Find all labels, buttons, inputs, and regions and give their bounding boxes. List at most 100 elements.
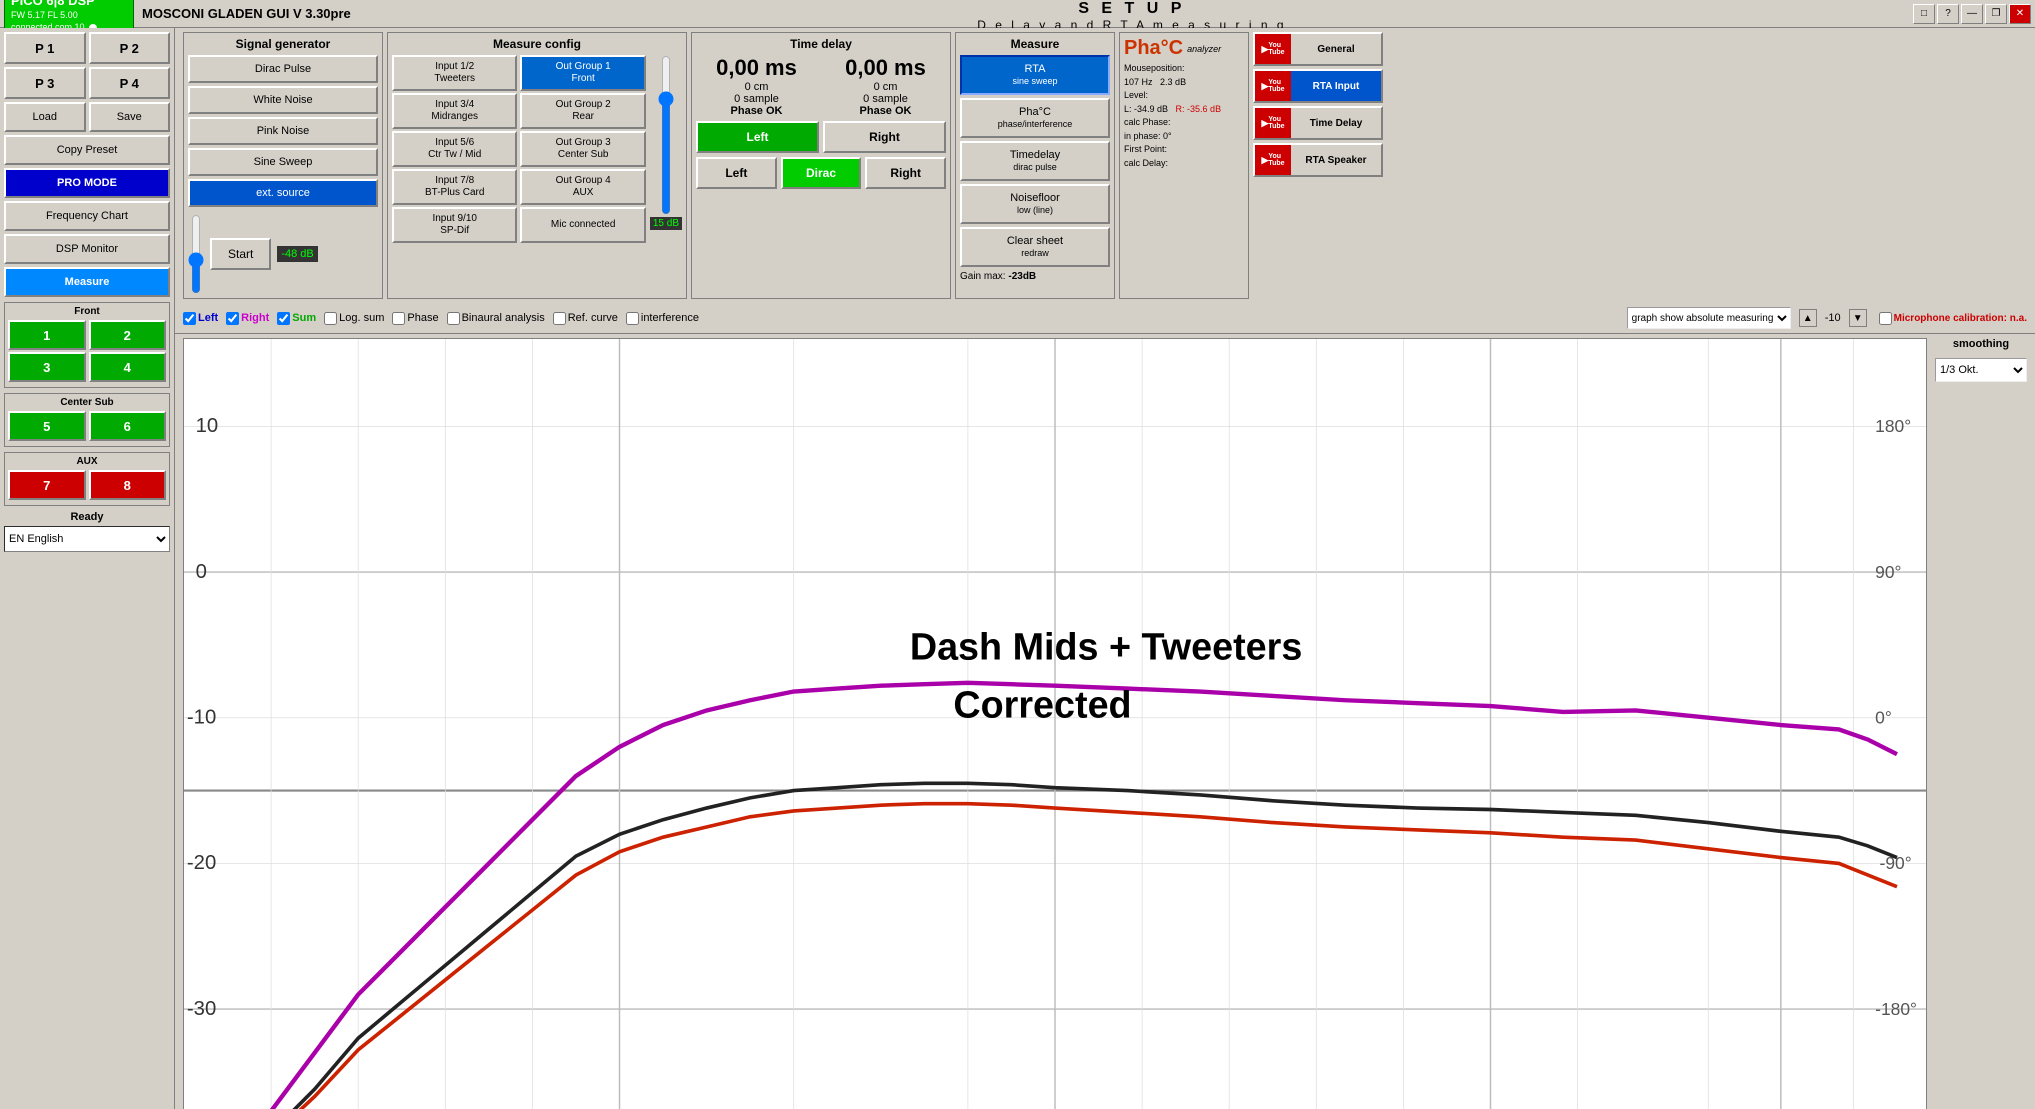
mc-row-1: Input 1/2 Tweeters Out Group 1 Front <box>392 55 646 91</box>
yt-rta-speaker-button[interactable]: ▶YouTube RTA Speaker <box>1253 143 1383 177</box>
channel-4-button[interactable]: 4 <box>89 352 167 382</box>
channel-3-button[interactable]: 3 <box>8 352 86 382</box>
cb-ref-curve[interactable]: Ref. curve <box>553 312 618 325</box>
mc-slider-area: 15 dB <box>650 55 682 243</box>
graph-show-dropdown[interactable]: graph show absolute measuring <box>1627 307 1791 329</box>
aux-row: 7 8 <box>8 470 166 500</box>
cb-binaural[interactable]: Binaural analysis <box>447 312 545 325</box>
copy-preset-button[interactable]: Copy Preset <box>4 135 170 165</box>
signal-gen-title: Signal generator <box>188 37 378 51</box>
restore-button[interactable]: ❐ <box>1985 4 2007 24</box>
td-left-button[interactable]: Left <box>696 121 819 153</box>
help-button[interactable]: ? <box>1937 4 1959 24</box>
input78-button[interactable]: Input 7/8 BT-Plus Card <box>392 169 517 205</box>
cb-left-check[interactable] <box>183 312 196 325</box>
td-left2-button[interactable]: Left <box>696 157 777 189</box>
yt-rta-input-button[interactable]: ▶YouTube RTA Input <box>1253 69 1383 103</box>
cb-ref-curve-check[interactable] <box>553 312 566 325</box>
cb-phase[interactable]: Phase <box>392 312 438 325</box>
white-noise-button[interactable]: White Noise <box>188 86 378 114</box>
measure-config-panel: Measure config Input 1/2 Tweeters Out Gr… <box>387 32 687 299</box>
channel-1-button[interactable]: 1 <box>8 320 86 350</box>
out2-rear-button[interactable]: Out Group 2 Rear <box>520 93 645 129</box>
pink-noise-button[interactable]: Pink Noise <box>188 117 378 145</box>
svg-text:180°: 180° <box>1875 416 1911 436</box>
preset-p3-button[interactable]: P 3 <box>4 67 86 99</box>
rta-button[interactable]: RTA sine sweep <box>960 55 1110 95</box>
timedelay-button[interactable]: Timedelay dirac pulse <box>960 141 1110 181</box>
channel-7-button[interactable]: 7 <box>8 470 86 500</box>
cb-left[interactable]: Left <box>183 312 218 325</box>
input12-button[interactable]: Input 1/2 Tweeters <box>392 55 517 91</box>
channel-8-button[interactable]: 8 <box>89 470 167 500</box>
noisefloor-button[interactable]: Noisefloor low (line) <box>960 184 1110 224</box>
preset-p2-button[interactable]: P 2 <box>89 32 171 64</box>
time-delay-panel: Time delay 0,00 ms 0 cm 0 sample Phase O… <box>691 32 951 299</box>
rta-label: RTA <box>1025 63 1046 76</box>
td-right-button[interactable]: Right <box>823 121 946 153</box>
graph-arrows: ▲ -10 ▼ <box>1799 309 1867 327</box>
load-button[interactable]: Load <box>4 102 86 132</box>
pro-mode-button[interactable]: PRO MODE <box>4 168 170 198</box>
dirac-pulse-button[interactable]: Dirac Pulse <box>188 55 378 83</box>
td-values: 0,00 ms 0 cm 0 sample Phase OK 0,00 ms 0… <box>696 55 946 117</box>
volume-slider[interactable] <box>188 214 204 294</box>
freq-chart-button[interactable]: Frequency Chart <box>4 201 170 231</box>
svg-text:-20: -20 <box>187 852 216 874</box>
dsp-monitor-button[interactable]: DSP Monitor <box>4 234 170 264</box>
mic-connected-button[interactable]: Mic connected <box>520 207 645 243</box>
icon-button[interactable]: □ <box>1913 4 1935 24</box>
input910-button[interactable]: Input 9/10 SP-Dif <box>392 207 517 243</box>
mic-cal-check[interactable] <box>1879 312 1892 325</box>
cb-phase-check[interactable] <box>392 312 405 325</box>
pha-button[interactable]: Pha°C phase/interference <box>960 98 1110 138</box>
td-left-sample: 0 sample <box>696 93 817 105</box>
save-button[interactable]: Save <box>89 102 171 132</box>
out1-front-button[interactable]: Out Group 1 Front <box>520 55 645 91</box>
clear-sheet-button[interactable]: Clear sheet redraw <box>960 227 1110 267</box>
mic-cal-checkbox[interactable]: Microphone calibration: n.a. <box>1879 312 2027 325</box>
graph-up-button[interactable]: ▲ <box>1799 309 1817 327</box>
smoothing-select[interactable]: 1/3 Okt. <box>1935 358 2027 382</box>
mc-level-slider[interactable] <box>658 55 674 215</box>
channel-6-button[interactable]: 6 <box>89 411 167 441</box>
pha-label: Pha°C <box>1019 106 1051 119</box>
preset-p1-button[interactable]: P 1 <box>4 32 86 64</box>
yt-general-button[interactable]: ▶YouTube General <box>1253 32 1383 66</box>
td-right-col: 0,00 ms 0 cm 0 sample Phase OK <box>825 55 946 117</box>
cb-interference-check[interactable] <box>626 312 639 325</box>
language-select[interactable]: EN English <box>4 526 170 552</box>
cb-interference[interactable]: interference <box>626 312 699 325</box>
channel-5-button[interactable]: 5 <box>8 411 86 441</box>
out3-center-button[interactable]: Out Group 3 Center Sub <box>520 131 645 167</box>
ext-source-button[interactable]: ext. source <box>188 179 378 207</box>
cb-log-sum[interactable]: Log. sum <box>324 312 384 325</box>
cb-sum-check[interactable] <box>277 312 290 325</box>
out4-aux-button[interactable]: Out Group 4 AUX <box>520 169 645 205</box>
start-button[interactable]: Start <box>210 238 271 270</box>
front-label: Front <box>8 306 166 317</box>
cb-sum[interactable]: Sum <box>277 312 316 325</box>
input34-button[interactable]: Input 3/4 Midranges <box>392 93 517 129</box>
svg-text:-30: -30 <box>187 998 216 1020</box>
td-right2-button[interactable]: Right <box>865 157 946 189</box>
measure-button[interactable]: Measure <box>4 267 170 297</box>
close-button[interactable]: ✕ <box>2009 4 2031 24</box>
graph-svg: 10 0 -10 -20 -30 -40 180° 90° 0° -90° -1… <box>184 339 1926 1109</box>
yt-time-delay-button[interactable]: ▶YouTube Time Delay <box>1253 106 1383 140</box>
channel-2-button[interactable]: 2 <box>89 320 167 350</box>
preset-row-1: P 1 P 2 <box>4 32 170 64</box>
td-left-ms: 0,00 ms <box>696 55 817 81</box>
cb-right[interactable]: Right <box>226 312 269 325</box>
front-row-1: 1 2 <box>8 320 166 350</box>
main-content: Signal generator Dirac Pulse White Noise… <box>175 28 2035 1109</box>
preset-p4-button[interactable]: P 4 <box>89 67 171 99</box>
sine-sweep-button[interactable]: Sine Sweep <box>188 148 378 176</box>
input56-button[interactable]: Input 5/6 Ctr Tw / Mid <box>392 131 517 167</box>
graph-down-button[interactable]: ▼ <box>1849 309 1867 327</box>
td-dirac-button[interactable]: Dirac <box>781 157 862 189</box>
cb-right-check[interactable] <box>226 312 239 325</box>
cb-binaural-check[interactable] <box>447 312 460 325</box>
minimize-button[interactable]: — <box>1961 4 1983 24</box>
cb-log-sum-check[interactable] <box>324 312 337 325</box>
